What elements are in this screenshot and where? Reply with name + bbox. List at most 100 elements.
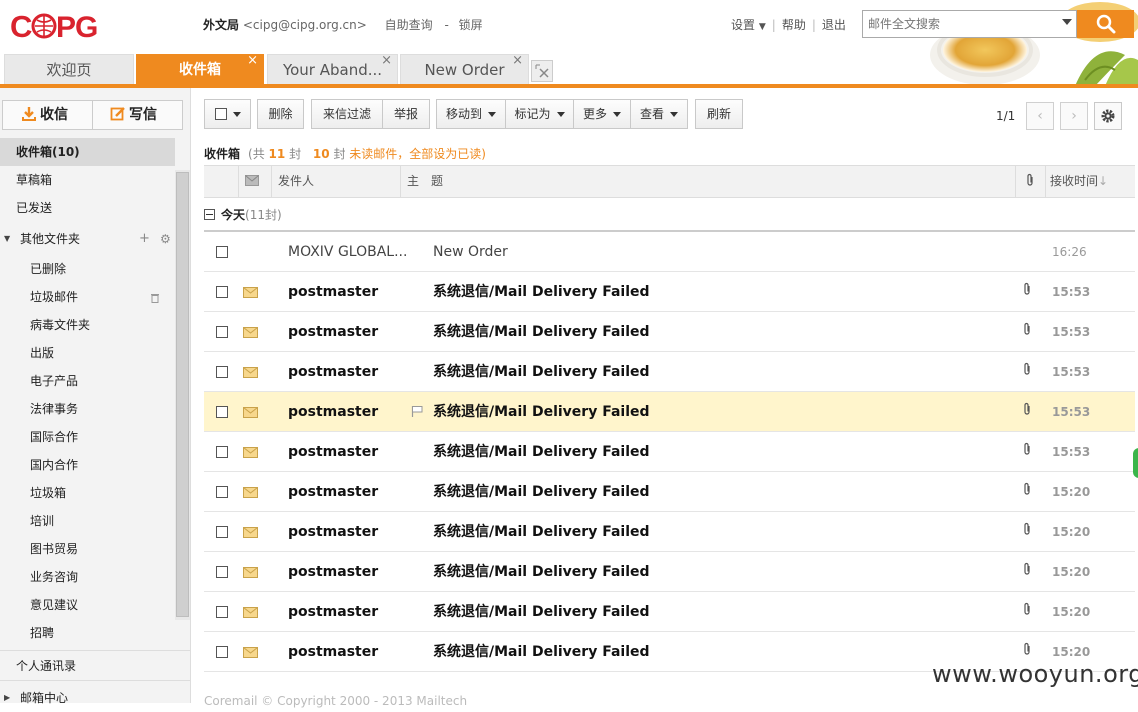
logo[interactable]: C PG (10, 8, 100, 44)
sidebar-item-other-folders[interactable]: ▼ 其他文件夹 + ⚙ (0, 225, 175, 253)
mail-row[interactable]: postmaster 系统退信/Mail Delivery Failed 15:… (204, 552, 1135, 592)
mail-row[interactable]: postmaster 系统退信/Mail Delivery Failed 15:… (204, 352, 1135, 392)
row-checkbox[interactable] (216, 286, 228, 298)
receive-button[interactable]: 收信 (21, 101, 68, 129)
sidebar-item-inbox[interactable]: 收件箱(10) (0, 138, 175, 166)
sidebar-item-publishing[interactable]: 出版 (0, 339, 175, 367)
mail-row[interactable]: MOXIV GLOBAL... New Order 16:26 (204, 232, 1135, 272)
row-checkbox[interactable] (216, 246, 228, 258)
mail-row[interactable]: postmaster 系统退信/Mail Delivery Failed 15:… (204, 312, 1135, 352)
refresh-button[interactable]: 刷新 (695, 99, 743, 129)
mail-subject[interactable]: 系统退信/Mail Delivery Failed (433, 312, 650, 352)
row-checkbox[interactable] (216, 326, 228, 338)
mail-row[interactable]: postmaster 系统退信/Mail Delivery Failed 15:… (204, 432, 1135, 472)
column-attachment[interactable] (1015, 166, 1045, 197)
row-checkbox[interactable] (216, 486, 228, 498)
self-service-link[interactable]: 自助查询 (385, 18, 433, 32)
prev-page-button[interactable]: ‹ (1026, 102, 1054, 130)
mail-subject[interactable]: 系统退信/Mail Delivery Failed (433, 392, 650, 432)
select-all-checkbox[interactable] (214, 108, 227, 120)
mail-row[interactable]: postmaster 系统退信/Mail Delivery Failed 15:… (204, 272, 1135, 312)
side-widget-button[interactable] (1133, 448, 1138, 478)
close-icon[interactable]: × (512, 55, 523, 76)
sidebar-item-training[interactable]: 培训 (0, 507, 175, 535)
sidebar-item-trash[interactable]: 垃圾箱 (0, 479, 175, 507)
mail-subject[interactable]: 系统退信/Mail Delivery Failed (433, 552, 650, 592)
row-checkbox[interactable] (216, 446, 228, 458)
delete-button[interactable]: 删除 (257, 99, 304, 129)
sidebar-item-virus[interactable]: 病毒文件夹 (0, 311, 175, 339)
sidebar-item-mailbox-center[interactable]: ▶ 邮箱中心 (0, 684, 175, 712)
gear-icon[interactable]: ⚙ (160, 225, 171, 253)
mail-subject[interactable]: 系统退信/Mail Delivery Failed (433, 272, 650, 312)
sidebar-item-drafts[interactable]: 草稿箱 (0, 166, 175, 194)
sidebar-item-recruitment[interactable]: 招聘 (0, 619, 175, 647)
mail-subject[interactable]: 系统退信/Mail Delivery Failed (433, 632, 650, 672)
mark-all-read-link[interactable]: ，全部设为已读) (397, 147, 486, 161)
close-all-tabs-button[interactable] (531, 60, 553, 82)
trash-icon[interactable] (150, 292, 160, 303)
sidebar-item-contacts[interactable]: 个人通讯录 (0, 652, 175, 680)
compose-button[interactable]: 写信 (110, 101, 157, 129)
lock-screen-link[interactable]: 锁屏 (459, 18, 483, 32)
logout-link[interactable]: 退出 (822, 18, 846, 32)
mail-subject[interactable]: 系统退信/Mail Delivery Failed (433, 512, 650, 552)
tab-inbox[interactable]: 收件箱 × (136, 54, 264, 86)
sidebar-item-intl-coop[interactable]: 国际合作 (0, 423, 175, 451)
row-checkbox[interactable] (216, 606, 228, 618)
sidebar-item-legal[interactable]: 法律事务 (0, 395, 175, 423)
row-checkbox[interactable] (216, 646, 228, 658)
next-page-button[interactable]: › (1060, 102, 1088, 130)
more-dropdown[interactable]: 更多 (573, 99, 631, 129)
mail-subject[interactable]: New Order (433, 232, 508, 272)
sidebar-item-sent[interactable]: 已发送 (0, 194, 175, 222)
column-received-time[interactable]: 接收时间↓ (1045, 166, 1135, 197)
unread-filter-link[interactable]: 未读邮件 (349, 147, 397, 161)
row-checkbox[interactable] (216, 526, 228, 538)
mail-subject[interactable]: 系统退信/Mail Delivery Failed (433, 592, 650, 632)
filter-button[interactable]: 来信过滤 (311, 99, 383, 129)
mail-subject[interactable]: 系统退信/Mail Delivery Failed (433, 352, 650, 392)
row-checkbox[interactable] (216, 566, 228, 578)
column-sender[interactable]: 发件人 (271, 166, 400, 197)
view-dropdown[interactable]: 查看 (630, 99, 688, 129)
column-read-status[interactable] (238, 166, 271, 197)
search-button[interactable] (1077, 10, 1134, 38)
mark-as-dropdown[interactable]: 标记为 (505, 99, 574, 129)
search-dropdown-icon[interactable] (1062, 19, 1072, 25)
move-to-dropdown[interactable]: 移动到 (436, 99, 506, 129)
sidebar-item-consulting[interactable]: 业务咨询 (0, 563, 175, 591)
mail-row[interactable]: postmaster 系统退信/Mail Delivery Failed 15:… (204, 472, 1135, 512)
report-button[interactable]: 举报 (382, 99, 430, 129)
sidebar-item-junk[interactable]: 垃圾邮件 (0, 283, 175, 311)
tab-welcome[interactable]: 欢迎页 (4, 54, 134, 84)
sidebar-scrollbar-thumb[interactable] (176, 172, 189, 617)
expand-arrow-icon[interactable]: ▼ (4, 225, 10, 253)
date-group-today[interactable]: 今天(11封) (204, 203, 1135, 231)
tab-new-order[interactable]: New Order × (400, 54, 529, 84)
help-link[interactable]: 帮助 (782, 18, 806, 32)
expand-arrow-icon[interactable]: ▶ (4, 684, 10, 712)
close-icon[interactable]: × (381, 55, 392, 76)
column-subject[interactable]: 主 题 (400, 166, 1015, 197)
mail-subject[interactable]: 系统退信/Mail Delivery Failed (433, 472, 650, 512)
flag-icon[interactable] (411, 405, 423, 418)
settings-menu[interactable]: 设置 ▼ (731, 18, 766, 32)
mail-subject[interactable]: 系统退信/Mail Delivery Failed (433, 432, 650, 472)
mail-row-hovered[interactable]: postmaster 系统退信/Mail Delivery Failed 15:… (204, 392, 1135, 432)
search-input[interactable] (863, 11, 1053, 37)
collapse-icon[interactable] (204, 209, 215, 220)
row-checkbox[interactable] (216, 366, 228, 378)
select-all-dropdown[interactable] (204, 99, 251, 129)
row-checkbox[interactable] (216, 406, 228, 418)
sidebar-item-suggestions[interactable]: 意见建议 (0, 591, 175, 619)
sidebar-item-electronics[interactable]: 电子产品 (0, 367, 175, 395)
mail-row[interactable]: postmaster 系统退信/Mail Delivery Failed 15:… (204, 592, 1135, 632)
tab-your-abandoned[interactable]: Your Aband... × (267, 54, 398, 84)
mail-row[interactable]: postmaster 系统退信/Mail Delivery Failed 15:… (204, 512, 1135, 552)
sidebar-item-book-trade[interactable]: 图书贸易 (0, 535, 175, 563)
close-icon[interactable]: × (247, 55, 258, 76)
sidebar-item-deleted[interactable]: 已删除 (0, 255, 175, 283)
list-settings-button[interactable] (1094, 102, 1122, 130)
add-folder-icon[interactable]: + (139, 225, 150, 253)
